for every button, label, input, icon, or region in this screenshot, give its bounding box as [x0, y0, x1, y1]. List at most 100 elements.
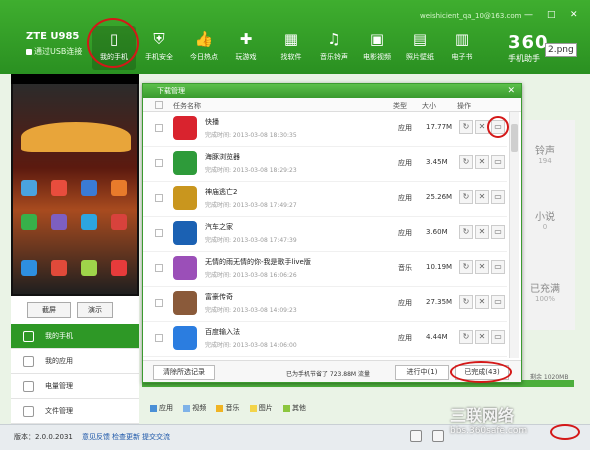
minimize-button[interactable]: — [524, 10, 533, 20]
row-checkbox[interactable] [155, 194, 163, 202]
folder-icon[interactable]: ▭ [491, 190, 505, 204]
table-row[interactable]: 百度输入法 完成时间: 2013-03-08 14:06:00 应用 4.44M… [143, 322, 507, 357]
row-checkbox[interactable] [155, 159, 163, 167]
phone-icon [23, 331, 34, 342]
book-icon: ▥ [454, 30, 470, 48]
task-type: 音乐 [398, 264, 412, 272]
folder-icon[interactable]: ▭ [491, 295, 505, 309]
tool-hot-today[interactable]: 👍 今日热点 [182, 26, 226, 70]
tool-games[interactable]: ✚ 玩游戏 [224, 26, 268, 70]
app-icon [81, 214, 97, 230]
table-row[interactable]: 快播 完成时间: 2013-03-08 18:30:35 应用 17.77M ↻… [143, 112, 507, 147]
delete-icon[interactable]: ✕ [475, 295, 489, 309]
app-icon [21, 214, 37, 230]
retry-icon[interactable]: ↻ [459, 190, 473, 204]
nav-item-my-apps[interactable]: 我的应用 [11, 349, 139, 374]
task-type: 应用 [398, 124, 412, 132]
stat-novels[interactable]: 小说 0 [515, 208, 575, 231]
maximize-button[interactable]: □ [547, 10, 556, 20]
stat-ringtones[interactable]: 铃声 194 [515, 142, 575, 165]
row-checkbox[interactable] [155, 229, 163, 237]
delete-icon[interactable]: ✕ [475, 190, 489, 204]
header-size: 大小 [422, 102, 436, 110]
screenshot-button[interactable]: 截屏 [27, 302, 71, 318]
table-row[interactable]: 神庙逃亡2 完成时间: 2013-03-08 17:49:27 应用 25.26… [143, 182, 507, 217]
feedback-link[interactable]: 意见反馈 [82, 432, 110, 442]
close-icon[interactable]: ✕ [507, 84, 515, 98]
tool-photo-wallpaper[interactable]: ▤ 照片壁纸 [398, 26, 442, 70]
table-row[interactable]: 海豚浏览器 完成时间: 2013-03-08 18:29:23 应用 3.45M… [143, 147, 507, 182]
task-icon[interactable] [410, 430, 422, 442]
table-row[interactable]: 汽车之家 完成时间: 2013-03-08 17:47:39 应用 3.60M … [143, 217, 507, 252]
tool-phone-security[interactable]: ⛨ 手机安全 [137, 26, 181, 70]
row-checkbox[interactable] [155, 124, 163, 132]
stat-value: 0 [542, 223, 548, 231]
task-type: 应用 [398, 334, 412, 342]
scrollbar-thumb[interactable] [511, 124, 518, 152]
tool-label: 今日热点 [190, 53, 218, 61]
list-scrollbar[interactable] [509, 112, 519, 358]
delete-icon[interactable]: ✕ [475, 330, 489, 344]
baidu-ime-app-icon [173, 326, 197, 350]
watermark-sub: bbs.360safe.com [450, 426, 528, 436]
tool-find-software[interactable]: ▦ 找软件 [269, 26, 313, 70]
task-name: 汽车之家 [205, 223, 233, 231]
picture-icon: ▤ [412, 30, 428, 48]
kuaibo-app-icon [173, 116, 197, 140]
delete-icon[interactable]: ✕ [475, 155, 489, 169]
retry-icon[interactable]: ↻ [459, 225, 473, 239]
brand-logo: 360 手机助手 [508, 32, 549, 64]
retry-icon[interactable]: ↻ [459, 295, 473, 309]
in-progress-tab[interactable]: 进行中(1) [395, 365, 449, 380]
folder-icon[interactable]: ▭ [491, 260, 505, 274]
stat-title: 已充满 [530, 284, 560, 295]
task-type: 应用 [398, 229, 412, 237]
tool-movie-video[interactable]: ▣ 电影视频 [355, 26, 399, 70]
grid-icon: ▦ [283, 30, 299, 48]
demo-button[interactable]: 演示 [77, 302, 113, 318]
table-header: 任务名称 类型 大小 操作 [143, 98, 521, 112]
tool-ebook[interactable]: ▥ 电子书 [440, 26, 484, 70]
version-label: 版本：2.0.0.2031 [14, 433, 73, 441]
nav-item-battery[interactable]: 电量管理 [11, 374, 139, 399]
legend-swatch [249, 404, 257, 412]
folder-icon[interactable]: ▭ [491, 155, 505, 169]
folder-icon[interactable]: ▭ [491, 225, 505, 239]
close-button[interactable]: ✕ [570, 10, 578, 20]
select-all-checkbox[interactable] [155, 101, 163, 109]
task-size: 4.44M [426, 333, 448, 341]
nav-item-files[interactable]: 文件管理 [11, 399, 139, 424]
submit-link[interactable]: 提交交流 [142, 432, 170, 442]
retry-icon[interactable]: ↻ [459, 120, 473, 134]
device-name: ZTE U985 [26, 31, 80, 42]
retry-icon[interactable]: ↻ [459, 330, 473, 344]
folder-icon[interactable]: ▭ [491, 330, 505, 344]
table-row[interactable]: 富豪传奇 完成时间: 2013-03-08 14:09:23 应用 27.35M… [143, 287, 507, 322]
header-name: 任务名称 [173, 102, 201, 110]
stat-value: 100% [534, 295, 555, 303]
task-type: 应用 [398, 194, 412, 202]
check-update-link[interactable]: 检查更新 [112, 432, 140, 442]
dock-icon [51, 260, 67, 276]
phone-status-bar [11, 74, 139, 84]
row-checkbox[interactable] [155, 334, 163, 342]
delete-icon[interactable]: ✕ [475, 260, 489, 274]
apps-icon [23, 356, 34, 367]
delete-icon[interactable]: ✕ [475, 225, 489, 239]
account-label[interactable]: weishicient_qa_10@163.com [420, 12, 521, 20]
retry-icon[interactable]: ↻ [459, 260, 473, 274]
legend-label: 音乐 [225, 404, 240, 412]
clear-selected-button[interactable]: 清除所选记录 [153, 365, 215, 380]
retry-icon[interactable]: ↻ [459, 155, 473, 169]
fuhao-app-icon [173, 291, 197, 315]
row-checkbox[interactable] [155, 264, 163, 272]
phone-screen[interactable] [13, 84, 137, 294]
task-name: 百度输入法 [205, 328, 240, 336]
settings-icon[interactable] [432, 430, 444, 442]
music-file-icon [173, 256, 197, 280]
tool-music-ringtone[interactable]: ♫ 音乐铃声 [312, 26, 356, 70]
dock-icon [81, 260, 97, 276]
nav-item-my-phone[interactable]: 我的手机 [11, 324, 139, 349]
table-row[interactable]: 无情的雨无情的你-我是歌手live版 完成时间: 2013-03-08 16:0… [143, 252, 507, 287]
row-checkbox[interactable] [155, 299, 163, 307]
